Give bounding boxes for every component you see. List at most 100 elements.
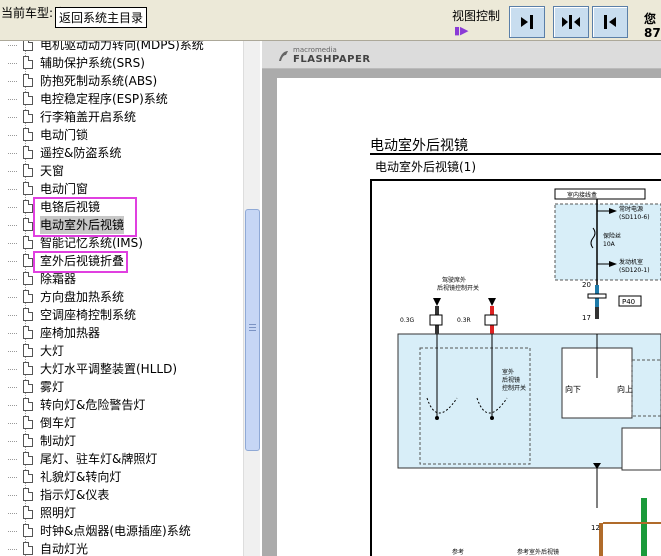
tree-item-label: 照明灯 [40,506,77,520]
tree-connector [8,297,17,298]
highlight-box-mirrors [33,197,137,237]
document-icon [23,146,33,159]
label-wire2: 0.3R [457,317,471,324]
tree-connector [8,189,17,190]
fit-left-button[interactable] [592,6,628,38]
right-info-line1: 您 [644,12,657,26]
tree-item-label: 遥控&防盗系统 [40,146,122,160]
document-icon [23,92,33,105]
arrows-inward-icon [562,15,580,29]
tree-connector [8,351,17,352]
label-fuse: 保险丝 [603,232,621,240]
tree-connector [8,243,17,244]
document-icon [23,236,33,249]
document-icon [23,200,33,213]
tree-item-label: 时钟&点烟器(电源插座)系统 [40,524,191,538]
document-icon [23,110,33,123]
label-p40: P40 [622,298,635,306]
logo-small-text: macromedia [293,46,337,54]
document-icon [23,128,33,141]
system-tree: 电机驱动动力转向(MDPS)系统 辅助保护系统(SRS) 防抱死制动系统(ABS) 电… [0,41,259,556]
connector [429,314,443,326]
document-icon [23,344,33,357]
label-top2: (SD110-6) [619,214,650,221]
back-to-main-menu-button[interactable]: 返回系统主目录 [55,7,148,28]
document-icon [23,398,33,411]
document-icon [23,41,33,51]
document-icon [23,380,33,393]
grip-line [249,327,256,328]
document-icon [23,164,33,177]
label-switch2: 后视镜 [502,376,520,384]
tree-item-label: 制动灯 [40,434,77,448]
document-icon [23,362,33,375]
logo-big-text: FLASHPAPER [293,54,371,65]
document-icon [23,488,33,501]
label-bottom1: 参考 [452,548,464,556]
document-icon [23,434,33,447]
document-icon [23,326,33,339]
document-icon [23,272,33,285]
tree-item-label: 雾灯 [40,380,65,394]
tree-item-label: 天窗 [40,164,65,178]
connector [587,293,607,299]
node [435,416,439,420]
grip-line [249,324,256,325]
pin-arrow-icon [488,298,496,306]
document-icon [23,254,33,267]
document-icon [23,182,33,195]
label-top3: 发动机室 [619,258,643,266]
right-info: 您 87( [644,12,661,40]
fit-both-button[interactable] [553,6,589,38]
tree-connector [8,315,17,316]
arrow-left-bar-icon [604,15,616,29]
label-20: 20 [582,281,591,289]
tree-item-label: 大灯 [40,344,65,358]
tree-item-label: 自动灯光 [40,542,89,556]
flashpaper-logo-icon [279,51,288,61]
tree-connector [8,513,17,514]
tree-connector [8,261,17,262]
node [490,416,494,420]
tree-item-label: 方向盘加热系统 [40,290,125,304]
flashpaper-viewer: macromedia FLASHPAPER 电动室外后视镜 电动室外后视镜(1) [262,41,661,556]
label-down: 向下 [565,384,581,394]
document-icon [23,218,33,231]
tree-item-label: 电控稳定程序(ESP)系统 [40,92,168,106]
wire-green [641,498,647,556]
tree-item-label: 电动门窗 [40,182,89,196]
view-indicator-icon: ▮▶ [454,24,469,37]
label-wire1: 0.3G [400,317,415,324]
document-page[interactable]: 电动室外后视镜 电动室外后视镜(1) 室内接线盒 常时电源 (SD110-6) … [277,78,661,556]
scrollbar-thumb[interactable] [245,209,260,451]
tree-connector [8,207,17,208]
logo-text: macromedia FLASHPAPER [293,46,371,66]
tree-item-label: 指示灯&仪表 [40,488,110,502]
tree-connector [8,423,17,424]
viewer-header: macromedia FLASHPAPER [262,41,661,69]
tree-connector [8,171,17,172]
relay-label: 室内接线盒 [567,191,597,199]
pin-arrow-icon [433,298,441,306]
document-icon [23,308,33,321]
tree-scrollbar[interactable] [243,41,260,556]
tree-connector [8,369,17,370]
label-switch3: 控制开关 [502,384,526,392]
grip-line [249,330,256,331]
label-mirror1: 驾驶席外 [442,276,466,284]
tree-item-label: 空调座椅控制系统 [40,308,137,322]
fit-right-button[interactable] [509,6,545,38]
tree-connector [8,387,17,388]
document-icon [23,524,33,537]
document-icon [23,452,33,465]
tree-connector [8,405,17,406]
label-top4: (SD120-1) [619,267,650,274]
tree-connector [8,153,17,154]
tree-connector [8,81,17,82]
label-top1: 常时电源 [619,205,643,213]
arrow-right-bar-icon [521,15,533,29]
tree-item-label: 礼貌灯&转向灯 [40,470,122,484]
tree-item-label: 尾灯、驻车灯&牌照灯 [40,452,158,466]
document-icon [23,290,33,303]
document-icon [23,542,33,555]
